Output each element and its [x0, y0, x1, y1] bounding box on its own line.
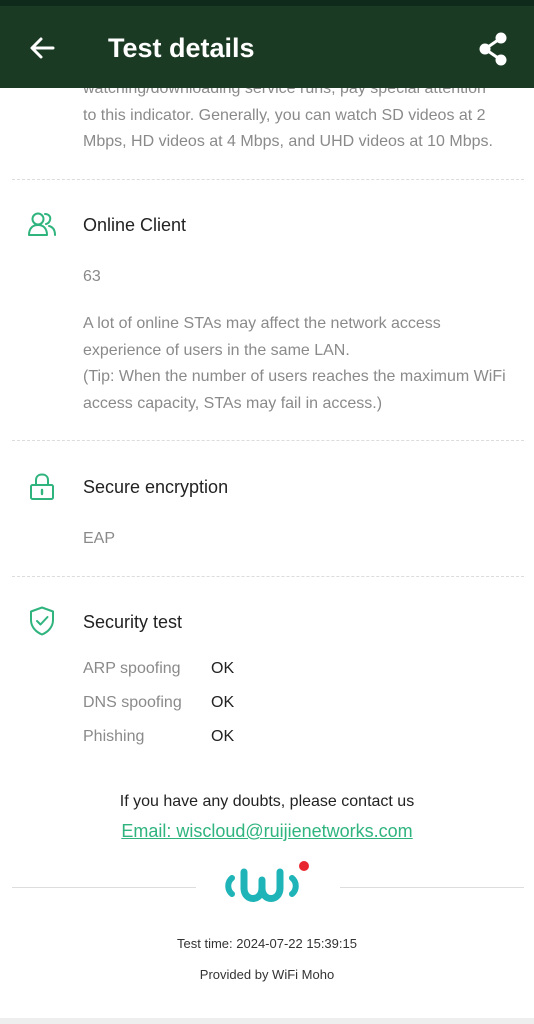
security-test-result: OK — [211, 728, 235, 745]
back-button[interactable] — [22, 28, 62, 68]
encryption-icon-wrap — [26, 471, 58, 503]
test-details-content[interactable]: watching/downloading service runs, pay s… — [0, 88, 534, 1024]
share-icon — [479, 32, 507, 66]
wifi-moho-logo — [224, 858, 312, 916]
security-test-icon-wrap — [26, 605, 58, 637]
encryption-value: EAP — [83, 530, 116, 547]
arrow-left-icon — [30, 37, 55, 59]
security-test-row-phishing: Phishing OK — [83, 725, 523, 749]
footer-divider-right — [340, 887, 524, 888]
lock-icon — [30, 473, 54, 500]
online-client-description: A lot of online STAs may affect the netw… — [83, 311, 523, 417]
security-test-label: DNS spoofing — [83, 694, 182, 711]
section-divider — [12, 179, 524, 180]
test-time: Test time: 2024-07-22 15:39:15 — [177, 936, 357, 951]
users-icon — [28, 212, 56, 236]
online-client-description-line: A lot of online STAs may affect the netw… — [83, 315, 441, 332]
wifi-moho-logo-mark — [225, 861, 309, 902]
bandwidth-description-line: Mbps, HD videos at 4 Mbps, and UHD video… — [83, 133, 493, 150]
contact-text: If you have any doubts, please contact u… — [119, 793, 415, 810]
contact-email-link[interactable]: Email: wiscloud@ruijienetworks.com — [121, 821, 412, 841]
security-test-result: OK — [211, 694, 235, 711]
app-bar: Test details — [0, 6, 534, 88]
security-test-label: ARP spoofing — [83, 660, 181, 677]
share-button[interactable] — [472, 28, 514, 70]
section-divider — [12, 440, 524, 441]
security-test-title: Security test — [83, 612, 183, 632]
online-client-value: 63 — [83, 268, 101, 285]
online-client-description-line: (Tip: When the number of users reaches t… — [83, 368, 506, 385]
security-test-result: OK — [211, 660, 235, 677]
shield-check-icon — [30, 606, 54, 636]
section-divider — [12, 576, 524, 577]
online-client-icon-wrap — [26, 208, 58, 240]
provided-by: Provided by WiFi Moho — [199, 967, 335, 982]
security-test-row-dns: DNS spoofing OK — [83, 691, 523, 715]
bandwidth-description: watching/downloading service runs, pay s… — [83, 88, 523, 156]
security-test-row-arp: ARP spoofing OK — [83, 657, 523, 681]
contact-email-row: Email: wiscloud@ruijienetworks.com — [0, 818, 534, 844]
bandwidth-description-line: to this indicator. Generally, you can wa… — [83, 106, 486, 124]
online-client-description-line: experience of users in the same LAN. — [83, 341, 350, 359]
encryption-title: Secure encryption — [83, 477, 229, 497]
security-test-label: Phishing — [83, 728, 145, 745]
footer-divider-left — [12, 887, 196, 888]
navigation-bar — [0, 1018, 534, 1024]
online-client-description-line: access capacity, STAs may fail in access… — [83, 394, 383, 412]
bandwidth-description-line: watching/downloading service runs, pay s… — [83, 88, 486, 97]
online-client-title: Online Client — [83, 215, 187, 235]
page-title: Test details — [108, 33, 255, 63]
